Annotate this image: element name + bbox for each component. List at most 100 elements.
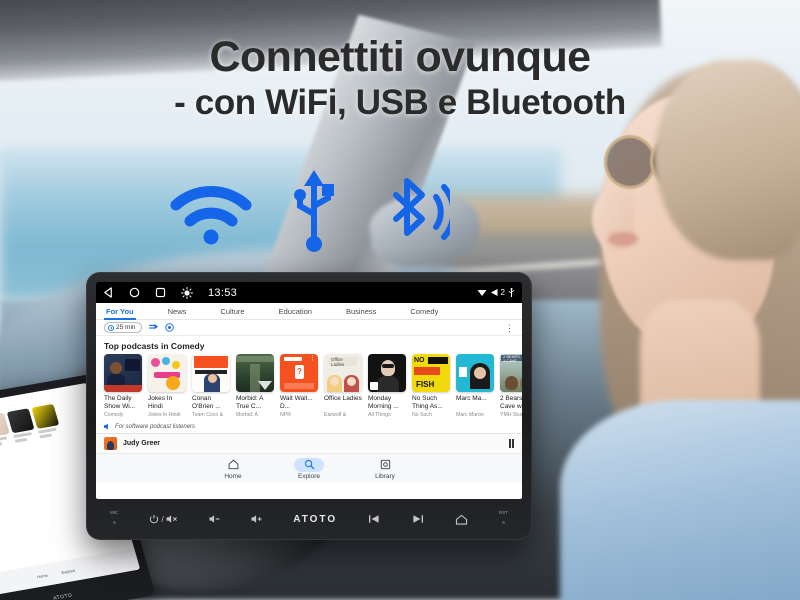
- brightness-icon[interactable]: [181, 286, 193, 299]
- download-circle-icon[interactable]: [164, 323, 174, 332]
- promo-row: For software podcast listeners: [96, 418, 522, 433]
- nav-item-explore[interactable]: Explore: [294, 457, 324, 480]
- sunglasses-left-lens: [604, 135, 656, 189]
- speaker-icon: [104, 423, 111, 430]
- bottom-nav: Home Explore Library: [96, 453, 522, 483]
- nav-label-home: Home: [224, 472, 242, 480]
- signal-icon: [490, 288, 498, 297]
- list-item[interactable]: Morbid: A True C... Morbid: A: [236, 354, 274, 418]
- podcast-cover[interactable]: [104, 354, 142, 392]
- power-mute-button[interactable]: /: [149, 514, 177, 524]
- home-icon: [218, 458, 248, 472]
- nav-label-library: Library: [375, 472, 395, 480]
- mic-label: MIC: [110, 509, 119, 515]
- podcast-title: 2 Bears, 1 Cave w...: [500, 395, 522, 410]
- head-unit-device[interactable]: 13:53 2 For You News Culture Education B…: [86, 272, 532, 540]
- usb-icon: [288, 170, 340, 254]
- recents-icon[interactable]: [155, 287, 166, 298]
- reset-button[interactable]: RST: [499, 510, 508, 524]
- podcast-publisher: No Such: [412, 412, 432, 418]
- reset-label: RST: [498, 509, 508, 515]
- podcast-title: Office Ladies: [324, 395, 362, 402]
- podcast-cover[interactable]: [368, 354, 406, 392]
- list-item[interactable]: NO FISH No Such Thing As... No Such: [412, 354, 450, 418]
- volume-up-button[interactable]: [251, 514, 262, 524]
- library-icon: [370, 458, 400, 472]
- secondary-brand: ATOTO: [52, 592, 74, 600]
- nav-item-home[interactable]: Home: [218, 458, 248, 480]
- podcast-publisher: YMH Studio: [500, 412, 522, 418]
- tab-news[interactable]: News: [166, 303, 189, 320]
- list-item[interactable]: [31, 403, 62, 439]
- bluetooth-icon: [374, 173, 450, 251]
- previous-track-button[interactable]: [368, 514, 380, 524]
- podcast-title: Wait Wait... D...: [280, 395, 313, 410]
- now-playing-artwork: [104, 437, 117, 450]
- podcast-cover[interactable]: ? ⋮: [280, 354, 318, 392]
- podcast-cover[interactable]: [148, 354, 186, 392]
- tab-for-you[interactable]: For You: [104, 303, 136, 320]
- podcast-title: Marc Ma...: [456, 395, 487, 402]
- usb-status-icon: [508, 287, 515, 298]
- podcast-list: The Daily Show Wi... Comedy Jokes In Hin…: [96, 354, 522, 418]
- system-nav-icons: [103, 286, 193, 299]
- list-item[interactable]: Office Ladies Office Ladies Earwolf &: [324, 354, 362, 418]
- connectivity-icons: [168, 170, 450, 254]
- status-bar: 13:53 2: [96, 282, 522, 303]
- playlist-add-icon[interactable]: [148, 323, 158, 332]
- podcast-cover[interactable]: [236, 354, 274, 392]
- duration-filter-chip[interactable]: 25 min: [104, 322, 142, 333]
- podcast-cover[interactable]: 2 BEARS, 1 CAVE: [500, 354, 522, 392]
- woman-lips: [608, 232, 638, 246]
- secondary-nav-explore[interactable]: Explore: [61, 567, 76, 574]
- podcast-cover[interactable]: [192, 354, 230, 392]
- list-item[interactable]: ? ⋮ Wait Wait... D... NPR: [280, 354, 318, 418]
- section-title: Top podcasts in Comedy: [104, 341, 205, 351]
- list-item[interactable]: Conan O'Brien ... Team Coco &: [192, 354, 230, 418]
- wifi-status-icon: [477, 288, 487, 297]
- back-icon[interactable]: [103, 287, 114, 298]
- home-icon[interactable]: [129, 287, 140, 298]
- list-item[interactable]: Monday Morning ... All Things: [368, 354, 406, 418]
- list-item[interactable]: The Daily Show Wi... Comedy: [104, 354, 142, 418]
- podcast-title: Morbid: A True C...: [236, 395, 264, 410]
- podcast-publisher: Comedy: [104, 412, 124, 418]
- volume-down-button[interactable]: [209, 514, 220, 524]
- status-bar-time: 13:53: [208, 286, 238, 299]
- podcast-publisher: Marc Maron: [456, 412, 484, 418]
- list-item[interactable]: 2 BEARS,1 CAVE 2 Bears, 1 Cave w... YMH …: [500, 354, 522, 418]
- reset-hole: [501, 520, 505, 524]
- now-playing-bar[interactable]: Judy Greer: [96, 433, 522, 453]
- nav-label-explore: Explore: [297, 472, 321, 480]
- podcast-publisher: Jokes In Hindi: [148, 412, 181, 418]
- tab-education[interactable]: Education: [277, 303, 314, 320]
- promo-text: For software podcast listeners: [115, 423, 196, 430]
- tab-culture[interactable]: Culture: [218, 303, 246, 320]
- tab-comedy[interactable]: Comedy: [408, 303, 440, 320]
- headline-line-2: - con WiFi, USB e Bluetooth: [174, 83, 626, 123]
- tab-business[interactable]: Business: [344, 303, 378, 320]
- podcast-cover[interactable]: NO FISH: [412, 354, 450, 392]
- now-playing-title: Judy Greer: [123, 440, 160, 447]
- head-unit-screen[interactable]: 13:53 2 For You News Culture Education B…: [96, 282, 522, 499]
- home-hardware-button[interactable]: [455, 514, 468, 525]
- search-icon: [294, 457, 324, 472]
- microphone-port: MIC: [110, 510, 118, 524]
- headline-line-1: Connettiti ovunque: [209, 33, 592, 81]
- list-item[interactable]: Jokes In Hindi Jokes In Hindi: [148, 354, 186, 418]
- podcast-cover[interactable]: Office Ladies: [324, 354, 362, 392]
- podcast-publisher: All Things: [368, 412, 391, 418]
- list-item[interactable]: Marc Ma... Marc Maron: [456, 354, 494, 418]
- podcast-publisher: Earwolf &: [324, 412, 347, 418]
- nav-item-library[interactable]: Library: [370, 458, 400, 480]
- secondary-nav-home[interactable]: Home: [36, 572, 48, 579]
- podcast-cover[interactable]: [456, 354, 494, 392]
- brand-logo: ATOTO: [293, 513, 338, 525]
- wifi-icon: [168, 179, 254, 245]
- podcast-title: Jokes In Hindi: [148, 395, 173, 410]
- pause-button[interactable]: [508, 439, 514, 448]
- overflow-menu-icon[interactable]: ⋮: [505, 323, 514, 332]
- woman-shirt: [560, 400, 800, 600]
- next-track-button[interactable]: [412, 514, 424, 524]
- podcast-title: The Daily Show Wi...: [104, 395, 136, 410]
